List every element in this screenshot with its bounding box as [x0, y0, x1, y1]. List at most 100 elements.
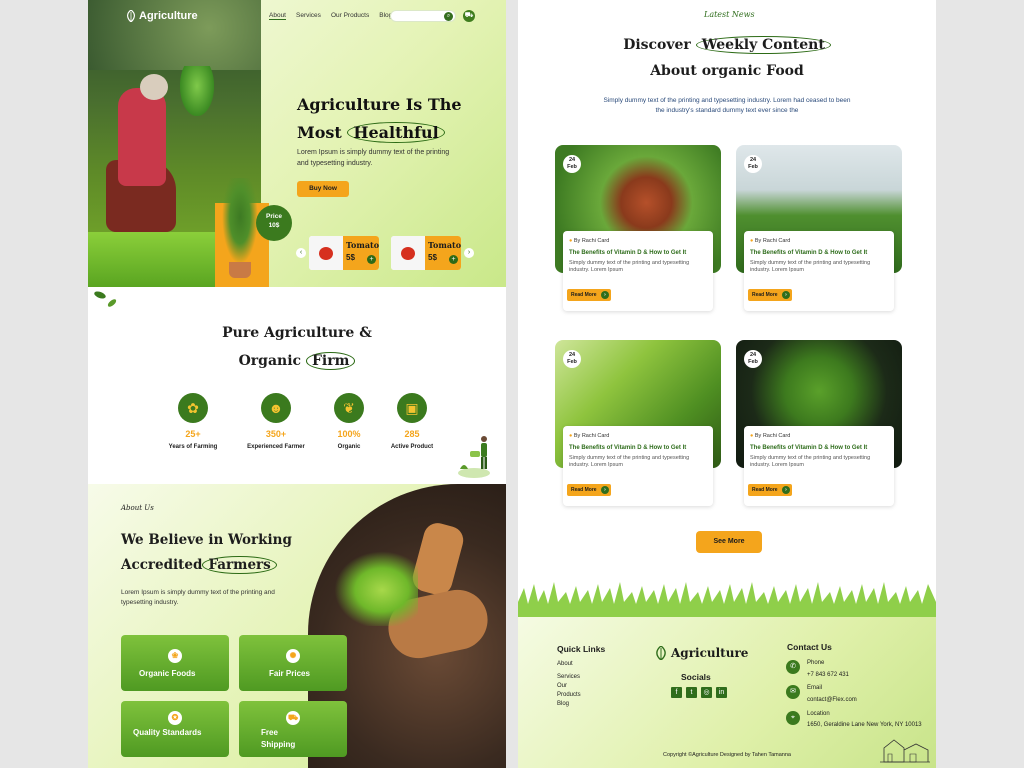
date-badge: 24 Feb — [563, 350, 581, 368]
about-tag: About Us — [121, 504, 154, 512]
pure-agriculture-section: Pure Agriculture & Organic Firm ✿ 25+ Ye… — [88, 287, 506, 484]
product-card[interactable]: Tomato 5$ + — [309, 236, 379, 270]
blog-excerpt: Simply dummy text of the printing and ty… — [750, 260, 871, 273]
add-to-cart-icon[interactable]: + — [449, 255, 458, 264]
twitter-icon[interactable]: t — [686, 687, 697, 698]
news-title-pre: Discover — [623, 37, 691, 53]
leaf-decoration-icon — [94, 291, 117, 307]
farmhouse-sketch-icon — [880, 739, 930, 763]
blog-card[interactable]: 24 Feb ● By Rachi Card The Benefits of Vi… — [736, 340, 902, 506]
blog-title[interactable]: The Benefits of Vitamin D & How to Get I… — [569, 445, 707, 451]
location-block: Location 1650, Geraldine Lane New York, … — [807, 710, 927, 730]
footer-link-products[interactable]: Products — [557, 691, 581, 700]
phone-block: Phone +7 843 672 431 — [807, 660, 849, 680]
blog-title[interactable]: The Benefits of Vitamin D & How to Get I… — [750, 250, 888, 256]
stat-label: Organic — [337, 444, 361, 450]
product-name: Tomato — [428, 240, 461, 250]
feature-label: Organic Foods — [139, 669, 196, 678]
about-title-pre: Accredited — [121, 557, 203, 573]
feature-organic-foods[interactable]: ❀ Organic Foods — [121, 635, 229, 691]
footer-link-services[interactable]: Services — [557, 673, 581, 682]
farmer-icon: ☻ — [261, 393, 291, 423]
tomato-image — [401, 247, 415, 260]
phone-number[interactable]: +7 843 672 431 — [807, 671, 849, 680]
read-more-button[interactable]: Read More › — [748, 484, 792, 496]
nav-about[interactable]: About — [269, 12, 286, 20]
author: ● By Rachi Card — [750, 433, 791, 439]
news-title-line2: About organic Food — [650, 63, 804, 79]
stat-number: 350+ — [265, 429, 287, 439]
copyright-text: Copyright ©Agriculture Designed by Tahen… — [663, 752, 791, 758]
footer-link-about[interactable]: About — [557, 660, 581, 669]
buy-now-button[interactable]: Buy Now — [297, 181, 349, 197]
potted-plant-image — [222, 178, 258, 264]
feature-free-shipping[interactable]: ⛟ Free Shipping — [239, 701, 347, 757]
blog-card[interactable]: 24 Feb ● By Rachi Card The Benefits of Vi… — [555, 340, 721, 506]
read-more-button[interactable]: Read More › — [748, 289, 792, 301]
footer-brand-logo[interactable]: Agriculture — [654, 646, 748, 660]
arrow-right-icon: › — [601, 486, 609, 494]
product-name: Tomato — [346, 240, 379, 250]
about-title: We Believe in Working Accredited Farmers — [121, 528, 292, 578]
socials-title: Socials — [681, 672, 711, 682]
stat-organic: ❦ 100% Organic — [314, 393, 384, 451]
quick-links-list: About Services Our Products Blog — [557, 660, 581, 709]
news-subtitle: Simply dummy text of the printing and ty… — [603, 97, 851, 114]
footer-link-our[interactable]: Our — [557, 682, 581, 691]
feature-label: Quality Standards — [133, 728, 202, 737]
read-more-button[interactable]: Read More › — [567, 289, 611, 301]
user-icon: ● — [750, 433, 754, 439]
add-to-cart-icon[interactable]: + — [367, 255, 376, 264]
news-title: Discover Weekly Content About organic Fo… — [518, 32, 936, 84]
feature-quality-standards[interactable]: ✪ Quality Standards — [121, 701, 229, 757]
email-icon: ✉ — [786, 685, 800, 699]
cart-icon[interactable]: ⛟ — [463, 10, 475, 22]
quality-badge-icon: ✪ — [168, 711, 182, 725]
product-card[interactable]: Tomato 5$ + — [391, 236, 461, 270]
price-icon: ✺ — [286, 649, 300, 663]
stat-number: 100% — [337, 429, 361, 439]
instagram-icon[interactable]: ◎ — [701, 687, 712, 698]
blog-title[interactable]: The Benefits of Vitamin D & How to Get I… — [569, 250, 707, 256]
see-more-button[interactable]: See More — [696, 531, 762, 553]
date-badge: 24 Feb — [744, 155, 762, 173]
carousel-prev-icon[interactable]: ‹ — [296, 248, 306, 258]
blog-excerpt: Simply dummy text of the printing and ty… — [750, 455, 871, 468]
nav-services[interactable]: Services — [296, 12, 321, 20]
footer: Quick Links About Services Our Products … — [518, 617, 936, 768]
about-title-line1: We Believe in Working — [121, 532, 292, 548]
blog-card[interactable]: 24 Feb ● By Rachi Card The Benefits of Vi… — [555, 145, 721, 311]
brand-logo[interactable]: Agriculture — [126, 10, 198, 22]
linkedin-icon[interactable]: in — [716, 687, 727, 698]
main-nav: About Services Our Products Blog — [269, 12, 392, 20]
read-more-button[interactable]: Read More › — [567, 484, 611, 496]
facebook-icon[interactable]: f — [671, 687, 682, 698]
about-title-circled: Farmers — [202, 556, 277, 574]
hero-title: Agriculture Is The Most Healthful — [297, 91, 497, 147]
footer-link-blog[interactable]: Blog — [557, 700, 581, 709]
email-address[interactable]: contact@Flex.com — [807, 696, 857, 705]
organic-icon: ❦ — [334, 393, 364, 423]
date-badge: 24 Feb — [744, 350, 762, 368]
carousel-next-icon[interactable]: › — [464, 248, 474, 258]
feature-fair-prices[interactable]: ✺ Fair Prices — [239, 635, 347, 691]
phone-icon: ✆ — [786, 660, 800, 674]
search-icon[interactable]: ⌕ — [444, 12, 453, 21]
blog-title[interactable]: The Benefits of Vitamin D & How to Get I… — [750, 445, 888, 451]
arrow-right-icon: › — [782, 486, 790, 494]
author: ● By Rachi Card — [569, 238, 610, 244]
farm-icon: ✿ — [178, 393, 208, 423]
arrow-right-icon: › — [782, 291, 790, 299]
stat-number: 285 — [404, 429, 420, 439]
author: ● By Rachi Card — [569, 433, 610, 439]
nav-our-products[interactable]: Our Products — [331, 12, 369, 20]
email-block: Email contact@Flex.com — [807, 685, 857, 705]
search-input[interactable]: ⌕ — [390, 10, 456, 22]
location-address: 1650, Geraldine Lane New York, NY 10013 — [807, 722, 922, 728]
product-box-icon: ▣ — [397, 393, 427, 423]
pure-title: Pure Agriculture & Organic Firm — [88, 319, 506, 375]
pure-title-circled: Firm — [305, 352, 356, 370]
contact-title: Contact Us — [787, 642, 832, 652]
blog-card[interactable]: 24 Feb ● By Rachi Card The Benefits of Vi… — [736, 145, 902, 311]
author: ● By Rachi Card — [750, 238, 791, 244]
